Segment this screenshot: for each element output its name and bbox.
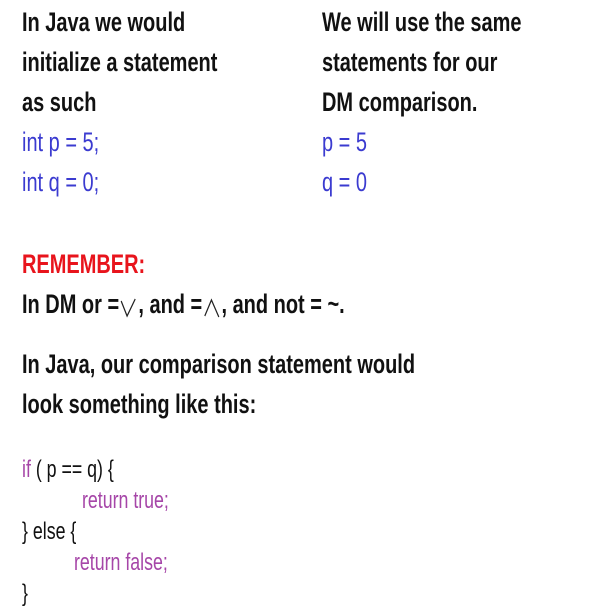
code-else-line: } else {: [22, 518, 77, 545]
left-line-2: initialize a statement: [22, 47, 218, 77]
left-column: In Java we would initialize a statement …: [22, 2, 286, 202]
right-column: We will use the same statements for our …: [322, 2, 592, 202]
code-if-keyword: if: [22, 456, 31, 483]
comparison-line-2: look something like this:: [22, 389, 257, 419]
code-return-false-line: return false;: [74, 549, 168, 576]
code-close-brace-line: }: [22, 580, 28, 607]
left-code-2: int q = 0;: [22, 167, 100, 197]
right-line-2: statements for our: [322, 47, 498, 77]
code-if-condition: ( p == q) {: [30, 456, 114, 483]
right-line-3: DM comparison.: [322, 87, 478, 117]
remember-text: In DM or = , and = , and not = ~.: [22, 284, 458, 324]
and-symbol-icon: [203, 298, 220, 318]
right-code-2: q = 0: [322, 167, 368, 197]
right-line-1: We will use the same: [322, 7, 522, 37]
code-return-true-line: return true;: [82, 487, 169, 514]
comparison-line-1: In Java, our comparison statement would: [22, 349, 416, 379]
comparison-description: In Java, our comparison statement would …: [22, 344, 553, 424]
or-symbol-icon: [120, 298, 136, 318]
remember-text-before: In DM or =: [22, 289, 120, 319]
left-code-1: int p = 5;: [22, 127, 100, 157]
right-code-1: p = 5: [322, 127, 368, 157]
left-line-3: as such: [22, 87, 97, 117]
remember-section: REMEMBER: In DM or = , and = , and not = ~…: [22, 244, 458, 324]
remember-text-after: , and not = ~.: [221, 289, 345, 319]
code-block: if ( p == q) { return true; } else { ret…: [22, 454, 201, 609]
left-line-1: In Java we would: [22, 7, 186, 37]
remember-text-middle: , and =: [138, 289, 203, 319]
code-if-line: if ( p == q) {: [22, 454, 201, 485]
remember-heading: REMEMBER:: [22, 249, 146, 279]
